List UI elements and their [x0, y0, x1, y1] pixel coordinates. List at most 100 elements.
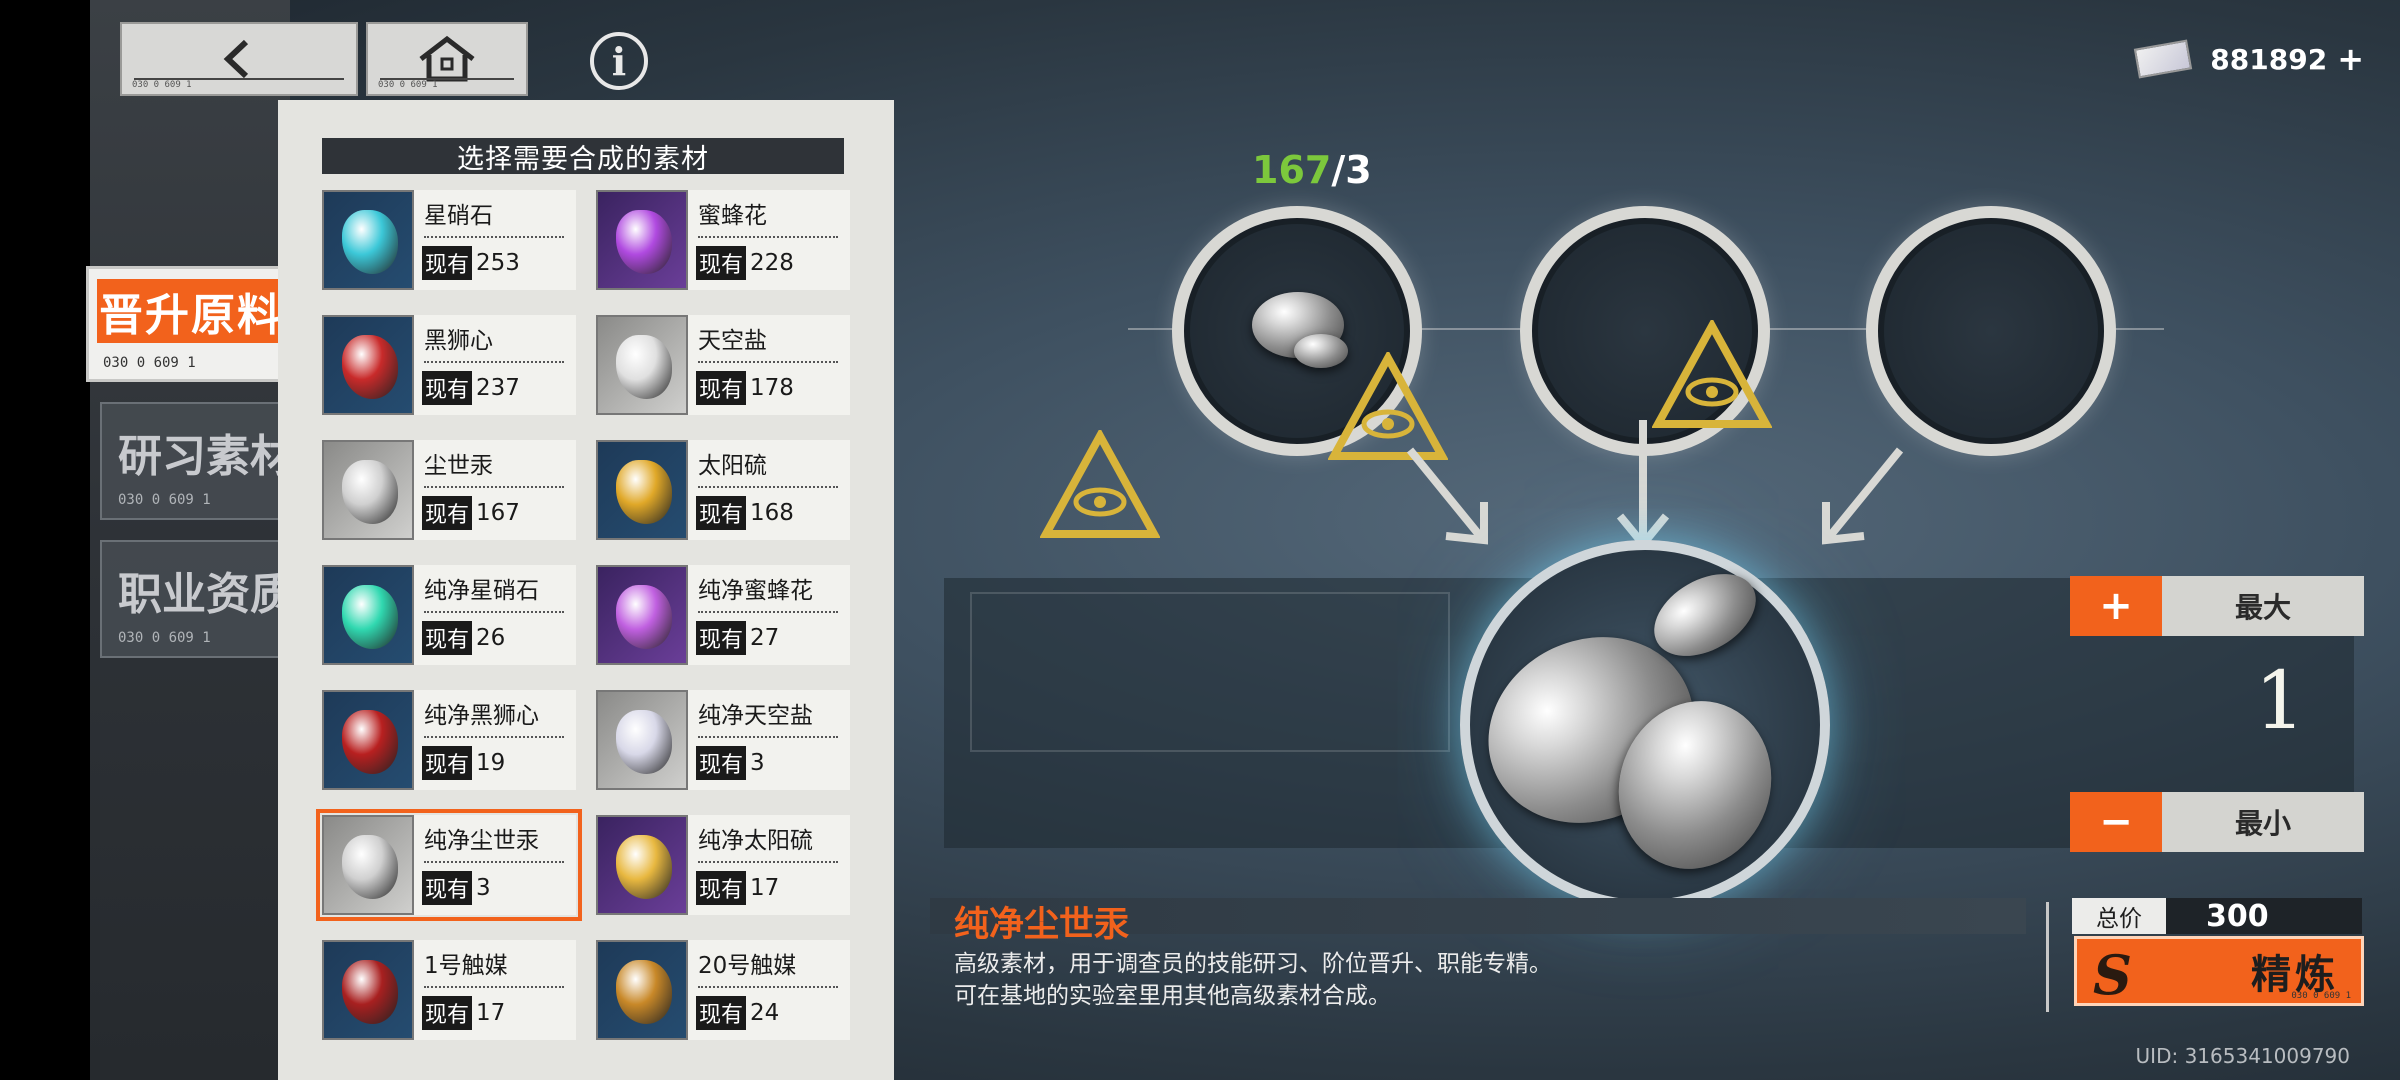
- min-button[interactable]: 最小: [2162, 792, 2364, 852]
- tab-label: 职业资质: [118, 569, 294, 620]
- currency-amount: 881892: [2210, 42, 2328, 76]
- stock-label: 现有: [422, 246, 473, 280]
- info-button[interactable]: i: [590, 32, 648, 90]
- slot-connector: [1128, 328, 1174, 330]
- tab-label: 研习素材: [118, 431, 294, 482]
- material-name: 纯净天空盐: [698, 703, 813, 729]
- refine-button[interactable]: S 精炼 030 0 609 1: [2074, 936, 2364, 1007]
- material-count: 现有 237: [422, 371, 520, 405]
- slot-connector: [1420, 328, 1522, 330]
- slot-connector: [2114, 328, 2164, 330]
- material-gem-icon: [616, 960, 672, 1024]
- material-icon: [596, 690, 688, 790]
- material-item[interactable]: 太阳硫现有 168: [596, 440, 850, 540]
- material-count: 现有 253: [422, 246, 520, 280]
- material-icon: [596, 940, 688, 1040]
- material-item[interactable]: 1号触媒 现有 17: [322, 940, 576, 1040]
- material-item[interactable]: 纯净黑狮心现有 19: [322, 690, 576, 790]
- material-gem-icon: [616, 210, 672, 274]
- material-gem-icon: [342, 585, 398, 649]
- dotted-divider: [698, 361, 838, 363]
- max-button[interactable]: 最大: [2162, 576, 2364, 636]
- material-item[interactable]: 纯净太阳硫现有 17: [596, 815, 850, 915]
- stock-value: 228: [750, 250, 794, 276]
- stock-label: 现有: [696, 746, 747, 780]
- material-item[interactable]: 星硝石现有 253: [322, 190, 576, 290]
- stock-label: 现有: [422, 871, 473, 905]
- decrease-button[interactable]: − 最小: [2070, 792, 2364, 852]
- material-item[interactable]: 纯净星硝石 现有 26: [322, 565, 576, 665]
- add-currency-button[interactable]: +: [2337, 40, 2364, 78]
- material-count: 现有 27: [696, 621, 779, 655]
- material-count: 现有 228: [696, 246, 794, 280]
- material-gem-icon: [342, 960, 398, 1024]
- game-screen: 030 0 609 1 030 0 609 1 i 晋升原料 030 0 609…: [0, 0, 2400, 1080]
- material-name: 蜜蜂花: [698, 203, 767, 229]
- button-code: 030 0 609 1: [378, 80, 438, 90]
- material-name: 纯净太阳硫: [698, 828, 813, 854]
- currency-display[interactable]: 881892 +: [2134, 39, 2364, 79]
- material-icon: [596, 440, 688, 540]
- stock-label: 现有: [696, 996, 747, 1030]
- dotted-divider: [698, 611, 838, 613]
- material-icon: [322, 815, 414, 915]
- home-button[interactable]: 030 0 609 1: [366, 22, 528, 96]
- refine-s-icon: S: [2093, 943, 2132, 1007]
- divider: [2046, 902, 2049, 1012]
- tab-code: 030 0 609 1: [103, 355, 196, 371]
- tab-career-qualification[interactable]: 职业资质 030 0 609 1: [100, 540, 300, 658]
- material-item[interactable]: 黑狮心 现有 237: [322, 315, 576, 415]
- material-gem-icon: [342, 835, 398, 899]
- material-item[interactable]: 纯净天空盐现有 3: [596, 690, 850, 790]
- stock-label: 现有: [696, 371, 747, 405]
- stock-label: 现有: [422, 621, 473, 655]
- material-item[interactable]: 纯净尘世汞 现有 3: [316, 809, 582, 921]
- material-count: 现有 24: [696, 996, 779, 1030]
- stock-value: 168: [750, 500, 794, 526]
- material-icon: [322, 440, 414, 540]
- ingredient-slot-3[interactable]: [1866, 206, 2116, 456]
- tab-ascension-materials[interactable]: 晋升原料 030 0 609 1: [86, 266, 296, 382]
- material-count: 现有 168: [696, 496, 794, 530]
- result-slot: [1457, 540, 1830, 910]
- back-button[interactable]: 030 0 609 1: [120, 22, 358, 96]
- description-line: 高级素材，用于调查员的技能研习、阶位晋升、职能专精。: [954, 951, 1552, 977]
- material-gem-icon: [342, 460, 398, 524]
- stock-label: 现有: [422, 496, 473, 530]
- stock-value: 253: [476, 250, 520, 276]
- down-arrow-icon: [1822, 447, 1904, 545]
- material-item[interactable]: 20号触媒 现有 24: [596, 940, 850, 1040]
- material-count: 现有 17: [696, 871, 779, 905]
- material-count: 现有 167: [422, 496, 520, 530]
- materials-panel: 选择需要合成的素材 星硝石 现有 253 蜜蜂花 现有 228 黑狮心 现有 237 天空盐 现有 1…: [278, 100, 894, 1080]
- material-gem-icon: [616, 710, 672, 774]
- material-item[interactable]: 尘世汞 现有 167: [322, 440, 576, 540]
- increase-button[interactable]: + 最大: [2070, 576, 2364, 636]
- material-gem-icon: [616, 585, 672, 649]
- material-item[interactable]: 纯净蜜蜂花 现有 27: [596, 565, 850, 665]
- material-icon: [322, 190, 414, 290]
- material-name: 纯净黑狮心: [424, 703, 539, 729]
- description-line: 可在基地的实验室里用其他高级素材合成。: [954, 983, 1391, 1009]
- panel-title: 选择需要合成的素材: [322, 138, 844, 175]
- dotted-divider: [424, 611, 564, 613]
- button-code: 030 0 609 1: [2291, 991, 2351, 1001]
- material-name: 星硝石: [424, 203, 493, 229]
- stock-value: 3: [476, 875, 491, 901]
- material-item[interactable]: 蜜蜂花现有 228: [596, 190, 850, 290]
- stock-label: 现有: [696, 496, 747, 530]
- down-arrow-icon: [1616, 420, 1670, 551]
- tab-study-materials[interactable]: 研习素材 030 0 609 1: [100, 402, 300, 520]
- material-item[interactable]: 天空盐 现有 178: [596, 315, 850, 415]
- material-gem-icon: [616, 835, 672, 899]
- dotted-divider: [424, 861, 564, 863]
- material-count: 现有 19: [422, 746, 505, 780]
- stock-value: 26: [476, 625, 506, 651]
- material-name: 太阳硫: [698, 453, 767, 479]
- dotted-divider: [424, 986, 564, 988]
- material-icon: [596, 190, 688, 290]
- dotted-divider: [698, 236, 838, 238]
- stock-value: 3: [750, 750, 765, 776]
- stock-label: 现有: [422, 746, 473, 780]
- price-label: 总价: [2072, 898, 2166, 934]
